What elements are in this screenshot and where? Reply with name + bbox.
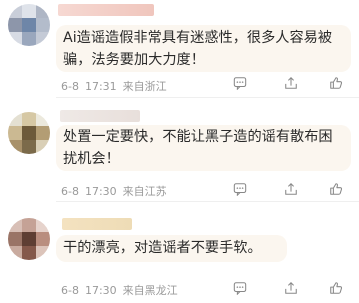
share-icon[interactable] — [284, 182, 298, 196]
comment-2: 处置一定要快，不能让黑子造的谣有散布困扰机会！ 6-8 17:30 来自江苏 — [0, 98, 359, 202]
comment-meta: 6-8 17:30 来自江苏 — [61, 183, 173, 199]
comment-bubble: Ai造谣造假非常具有迷惑性，很多人容易被骗，法务要加大力度！ — [56, 25, 351, 72]
comment-date: 6-8 — [61, 284, 79, 297]
share-icon[interactable] — [284, 281, 298, 295]
comment-bubble: 处置一定要快，不能让黑子造的谣有散布困扰机会！ — [56, 125, 351, 171]
comment-meta: 6-8 17:30 来自黑龙江 — [61, 282, 184, 298]
avatar[interactable] — [8, 218, 50, 260]
comment-1: Ai造谣造假非常具有迷惑性，很多人容易被骗，法务要加大力度！ 6-8 17:31 来… — [0, 0, 359, 98]
comment-text: Ai造谣造假非常具有迷惑性，很多人容易被骗，法务要加大力度！ — [63, 30, 333, 68]
username[interactable] — [62, 218, 132, 230]
comment-bubble: 干的漂亮，对造谣者不要手软。 — [56, 235, 287, 262]
comment-time: 17:30 — [84, 185, 117, 198]
username[interactable] — [60, 110, 140, 122]
comment-meta: 6-8 17:31 来自浙江 — [61, 78, 173, 94]
comment-location: 来自黑龙江 — [122, 284, 178, 297]
comment-time: 17:31 — [84, 80, 117, 93]
comment-location: 来自浙江 — [122, 80, 167, 93]
comment-text: 干的漂亮，对造谣者不要手软。 — [63, 240, 262, 256]
comment-time: 17:30 — [84, 284, 117, 297]
comment-date: 6-8 — [61, 80, 79, 93]
share-icon[interactable] — [284, 76, 298, 90]
comment-icon[interactable] — [233, 182, 247, 196]
thumbs-up-icon[interactable] — [329, 76, 343, 90]
avatar[interactable] — [8, 112, 50, 154]
thumbs-up-icon[interactable] — [329, 281, 343, 295]
comment-date: 6-8 — [61, 185, 79, 198]
comment-icon[interactable] — [233, 281, 247, 295]
comment-location: 来自江苏 — [122, 185, 167, 198]
avatar[interactable] — [8, 4, 50, 46]
thumbs-up-icon[interactable] — [329, 182, 343, 196]
comment-3: 干的漂亮，对造谣者不要手软。 6-8 17:30 来自黑龙江 — [0, 202, 359, 303]
username[interactable] — [58, 4, 154, 16]
comment-text: 处置一定要快，不能让黑子造的谣有散布困扰机会！ — [63, 129, 333, 167]
comment-icon[interactable] — [233, 76, 247, 90]
